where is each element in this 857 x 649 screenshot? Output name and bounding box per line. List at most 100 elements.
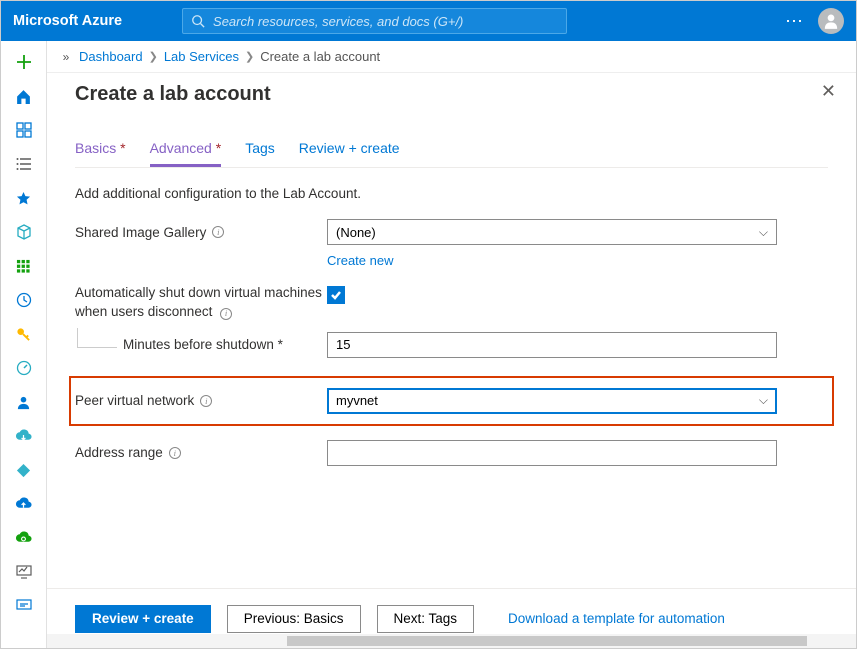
breadcrumb-bar: » Dashboard ❯ Lab Services ❯ Create a la… bbox=[47, 41, 856, 73]
label-address-range: Address range i bbox=[75, 445, 327, 460]
row-shared-gallery: Shared Image Gallery i (None) ⌵ bbox=[75, 219, 828, 245]
rail-home[interactable] bbox=[1, 81, 47, 111]
rail-diamond[interactable] bbox=[1, 455, 47, 485]
label-text: Minutes before shutdown bbox=[123, 337, 274, 352]
monitor-icon bbox=[16, 565, 32, 579]
highlight-peer-vnet: Peer virtual network i myvnet ⌵ bbox=[69, 376, 834, 426]
input-address-range[interactable] bbox=[327, 440, 777, 466]
rail-recent[interactable] bbox=[1, 285, 47, 315]
label-text: Address range bbox=[75, 445, 163, 460]
star-icon bbox=[16, 191, 31, 206]
chevron-right-icon: ❯ bbox=[149, 50, 158, 63]
list-icon bbox=[16, 156, 32, 172]
global-search[interactable] bbox=[182, 8, 567, 34]
breadcrumb-dashboard[interactable]: Dashboard bbox=[79, 49, 143, 64]
clock-icon bbox=[16, 292, 32, 308]
search-input[interactable] bbox=[213, 14, 558, 29]
rail-cloud3[interactable] bbox=[1, 523, 47, 553]
tab-review[interactable]: Review + create bbox=[299, 134, 400, 167]
info-icon[interactable]: i bbox=[212, 226, 224, 238]
rail-favorite[interactable] bbox=[1, 183, 47, 213]
label-peer-vnet: Peer virtual network i bbox=[75, 393, 327, 408]
more-menu-icon[interactable]: ⋯ bbox=[785, 11, 804, 32]
settings-icon bbox=[16, 599, 32, 613]
cloud-up-icon bbox=[15, 497, 32, 511]
top-bar: Microsoft Azure ⋯ bbox=[1, 1, 856, 41]
label-text: Peer virtual network bbox=[75, 393, 194, 408]
row-minutes: Minutes before shutdown * bbox=[75, 332, 828, 358]
user-icon bbox=[16, 395, 31, 410]
label-minutes: Minutes before shutdown * bbox=[123, 337, 327, 352]
cube-icon bbox=[16, 224, 32, 240]
checkbox-auto-shutdown[interactable] bbox=[327, 286, 345, 304]
rail-settings[interactable] bbox=[1, 591, 47, 621]
info-icon[interactable]: i bbox=[169, 447, 181, 459]
cloud-sync-icon bbox=[15, 531, 32, 545]
label-text: Shared Image Gallery bbox=[75, 225, 206, 240]
rail-monitor[interactable] bbox=[1, 557, 47, 587]
page-title: Create a lab account bbox=[75, 83, 828, 106]
row-auto-shutdown: Automatically shut down virtual machines… bbox=[75, 284, 828, 322]
previous-button[interactable]: Previous: Basics bbox=[227, 605, 361, 633]
download-template-link[interactable]: Download a template for automation bbox=[508, 611, 725, 626]
topbar-right: ⋯ bbox=[785, 8, 844, 34]
rail-cloud1[interactable] bbox=[1, 421, 47, 451]
rail-list[interactable] bbox=[1, 149, 47, 179]
chevron-right-icon: ❯ bbox=[245, 50, 254, 63]
chevron-down-icon: ⌵ bbox=[759, 393, 768, 408]
required-indicator: * bbox=[274, 337, 283, 352]
info-icon[interactable]: i bbox=[220, 308, 232, 320]
rail-resource1[interactable] bbox=[1, 217, 47, 247]
rail-key[interactable] bbox=[1, 319, 47, 349]
rail-user[interactable] bbox=[1, 387, 47, 417]
cloud-down-icon bbox=[15, 429, 32, 443]
tab-advanced[interactable]: Advanced * bbox=[150, 134, 222, 167]
breadcrumb-labservices[interactable]: Lab Services bbox=[164, 49, 239, 64]
close-button[interactable]: ✕ bbox=[821, 81, 836, 102]
breadcrumb-current: Create a lab account bbox=[260, 49, 380, 64]
check-icon bbox=[330, 289, 342, 301]
tab-label: Basics bbox=[75, 140, 116, 156]
input-minutes[interactable] bbox=[327, 332, 777, 358]
dashboard-icon bbox=[16, 122, 32, 138]
grid-icon bbox=[16, 259, 31, 274]
rail-gauge[interactable] bbox=[1, 353, 47, 383]
dropdown-value: (None) bbox=[336, 225, 376, 240]
review-create-button[interactable]: Review + create bbox=[75, 605, 211, 633]
row-peer-vnet: Peer virtual network i myvnet ⌵ bbox=[71, 388, 828, 414]
key-icon bbox=[16, 327, 31, 342]
tab-description: Add additional configuration to the Lab … bbox=[75, 186, 828, 201]
tab-basics[interactable]: Basics * bbox=[75, 134, 126, 167]
tree-connector bbox=[77, 328, 117, 348]
row-address-range: Address range i bbox=[75, 440, 828, 466]
gauge-icon bbox=[16, 360, 32, 376]
tab-label: Tags bbox=[245, 140, 275, 156]
next-button[interactable]: Next: Tags bbox=[377, 605, 475, 633]
label-auto-shutdown: Automatically shut down virtual machines… bbox=[75, 284, 327, 322]
required-indicator: * bbox=[212, 140, 221, 156]
rail-cloud2[interactable] bbox=[1, 489, 47, 519]
info-icon[interactable]: i bbox=[200, 395, 212, 407]
page-body: ✕ Create a lab account Basics * Advanced… bbox=[47, 73, 856, 648]
rail-grid[interactable] bbox=[1, 251, 47, 281]
tab-strip: Basics * Advanced * Tags Review + create bbox=[75, 134, 828, 168]
label-text: Automatically shut down virtual machines… bbox=[75, 285, 322, 319]
link-create-new-gallery[interactable]: Create new bbox=[327, 253, 828, 268]
diamond-icon bbox=[16, 463, 31, 478]
rail-dashboard[interactable] bbox=[1, 115, 47, 145]
tab-tags[interactable]: Tags bbox=[245, 134, 275, 167]
scrollbar-thumb[interactable] bbox=[287, 636, 807, 646]
rail-add[interactable] bbox=[1, 47, 47, 77]
dropdown-value: myvnet bbox=[336, 393, 378, 408]
tab-label: Advanced bbox=[150, 140, 212, 156]
expand-menu-icon[interactable]: » bbox=[53, 50, 79, 64]
brand-label: Microsoft Azure bbox=[13, 13, 122, 29]
dropdown-peer-vnet[interactable]: myvnet ⌵ bbox=[327, 388, 777, 414]
user-avatar[interactable] bbox=[818, 8, 844, 34]
horizontal-scrollbar[interactable] bbox=[47, 634, 856, 648]
home-icon bbox=[15, 88, 32, 105]
dropdown-shared-gallery[interactable]: (None) ⌵ bbox=[327, 219, 777, 245]
tab-label: Review + create bbox=[299, 140, 400, 156]
plus-icon bbox=[16, 54, 32, 70]
label-shared-gallery: Shared Image Gallery i bbox=[75, 225, 327, 240]
